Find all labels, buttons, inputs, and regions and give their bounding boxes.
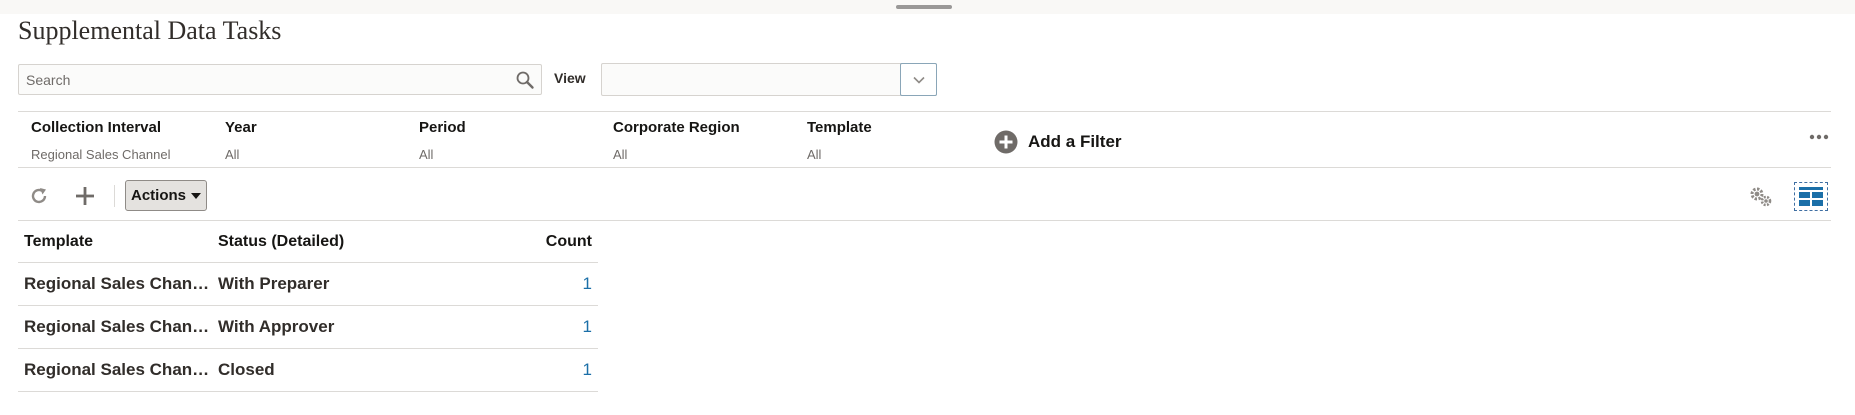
filter-label: Period: [419, 119, 466, 136]
column-header-template[interactable]: Template: [18, 222, 212, 263]
search-icon[interactable]: [515, 70, 535, 90]
table-row[interactable]: Regional Sales Channel With Preparer 1: [18, 262, 598, 306]
add-filter-label: Add a Filter: [1028, 132, 1122, 151]
filter-bar: Collection Interval Regional Sales Chann…: [18, 111, 1831, 168]
toolbar: Actions: [18, 173, 1831, 221]
filter-label: Year: [225, 119, 257, 136]
chevron-down-icon: [912, 76, 925, 84]
plus-icon: [76, 187, 94, 205]
filter-value: All: [225, 147, 240, 162]
filter-label: Template: [807, 119, 872, 136]
view-select[interactable]: [601, 63, 937, 96]
view-label: View: [554, 70, 586, 86]
search-input[interactable]: [19, 65, 499, 94]
drag-handle[interactable]: [896, 5, 952, 9]
add-button[interactable]: [72, 183, 98, 209]
more-options-icon[interactable]: [1809, 133, 1829, 141]
gear-icon[interactable]: [1748, 186, 1774, 208]
table-row[interactable]: Regional Sales Channel With Approver 1: [18, 305, 598, 349]
cell-status: With Approver: [212, 305, 452, 349]
filter-value: All: [807, 147, 822, 162]
actions-menu-button[interactable]: Actions: [125, 180, 207, 211]
cell-status: With Preparer: [212, 262, 452, 306]
filter-value: Regional Sales Channel: [31, 147, 171, 162]
filter-value: All: [419, 147, 434, 162]
add-circle-icon: [994, 130, 1018, 154]
refresh-button[interactable]: [26, 183, 52, 209]
table-header-row: Template Status (Detailed) Count: [18, 222, 598, 263]
layout-toggle-button[interactable]: [1794, 182, 1828, 211]
cell-count-link[interactable]: 1: [452, 305, 598, 349]
add-filter-button[interactable]: Add a Filter: [994, 129, 1122, 155]
cell-template: Regional Sales Channel: [18, 305, 212, 349]
toolbar-separator: [114, 185, 115, 207]
cell-count-link[interactable]: 1: [452, 262, 598, 306]
column-header-count[interactable]: Count: [452, 222, 598, 263]
page-title: Supplemental Data Tasks: [18, 16, 282, 45]
filter-value: All: [613, 147, 628, 162]
cell-template: Regional Sales Channel: [18, 348, 212, 392]
actions-label: Actions: [130, 187, 186, 204]
column-header-status[interactable]: Status (Detailed): [212, 222, 452, 263]
cell-template: Regional Sales Channel: [18, 262, 212, 306]
layout-grid-icon: [1799, 187, 1823, 206]
search-box[interactable]: [18, 64, 542, 95]
caret-down-icon: [191, 192, 201, 199]
filter-label: Collection Interval: [31, 119, 162, 136]
cell-count-link[interactable]: 1: [452, 348, 598, 392]
view-dropdown-button[interactable]: [900, 63, 937, 96]
table-row[interactable]: Regional Sales Channel Closed 1: [18, 348, 598, 392]
refresh-icon: [31, 188, 47, 204]
filter-label: Corporate Region: [613, 119, 740, 136]
data-table: Template Status (Detailed) Count Regiona…: [18, 222, 598, 392]
cell-status: Closed: [212, 348, 452, 392]
